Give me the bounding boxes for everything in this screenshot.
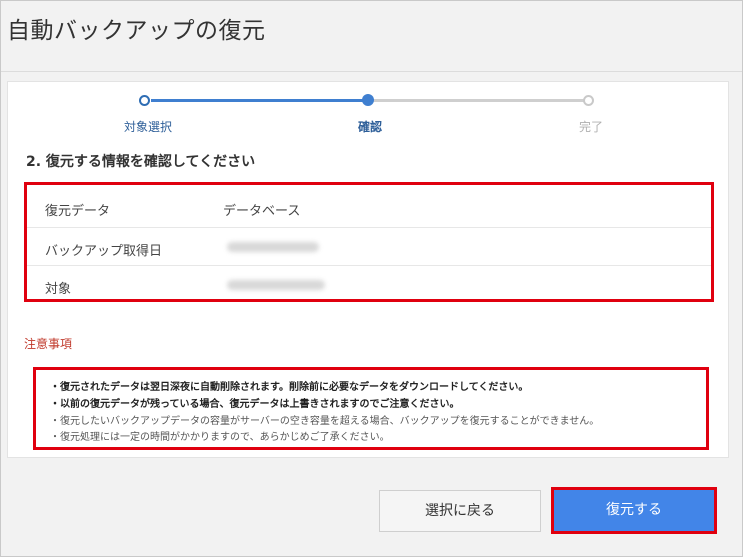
list-item: ・以前の復元データが残っている場合、復元データは上書きされますのでご注意ください… xyxy=(50,399,460,410)
step-1-label: 対象選択 xyxy=(123,120,172,134)
row-label: バックアップ取得日 xyxy=(45,244,163,259)
redacted-value xyxy=(227,280,325,290)
step-2-label: 確認 xyxy=(357,120,382,134)
table-row: バックアップ取得日 xyxy=(27,227,711,267)
step-3-dot xyxy=(583,95,594,106)
list-item: ・復元されたデータは翌日深夜に自動削除されます。削除前に必要なデータをダウンロー… xyxy=(50,382,529,393)
restore-button[interactable]: 復元する xyxy=(554,490,714,531)
list-item: ・復元処理には一定の時間がかかりますので、あらかじめご了承ください。 xyxy=(50,432,390,443)
restore-info-table: 復元データ データベース バックアップ取得日 対象 xyxy=(24,182,714,302)
back-to-selection-button[interactable]: 選択に戻る xyxy=(379,490,541,532)
confirm-heading: 2. 復元する情報を確認してください xyxy=(26,154,256,170)
table-row: 対象 xyxy=(27,265,711,305)
window: 自動バックアップの復元 対象選択 確認 完了 2. 復元する情報を確認してくださ… xyxy=(0,0,743,557)
stepper-track-pending xyxy=(373,99,585,102)
step-2-dot xyxy=(362,94,374,106)
row-value: データベース xyxy=(223,204,301,219)
table-row: 復元データ データベース xyxy=(27,188,711,227)
notes-list: ・復元されたデータは翌日深夜に自動削除されます。削除前に必要なデータをダウンロー… xyxy=(33,367,709,450)
stepper-track-completed xyxy=(151,99,365,102)
title-divider xyxy=(1,71,742,72)
page-title: 自動バックアップの復元 xyxy=(7,18,266,44)
row-label: 対象 xyxy=(45,282,72,297)
row-label: 復元データ xyxy=(45,204,111,219)
redacted-value xyxy=(227,242,319,252)
list-item: ・復元したいバックアップデータの容量がサーバーの空き容量を超える場合、バックアッ… xyxy=(50,416,600,427)
step-3-label: 完了 xyxy=(578,120,603,134)
step-1-dot xyxy=(139,95,150,106)
notes-heading: 注意事項 xyxy=(24,337,73,351)
